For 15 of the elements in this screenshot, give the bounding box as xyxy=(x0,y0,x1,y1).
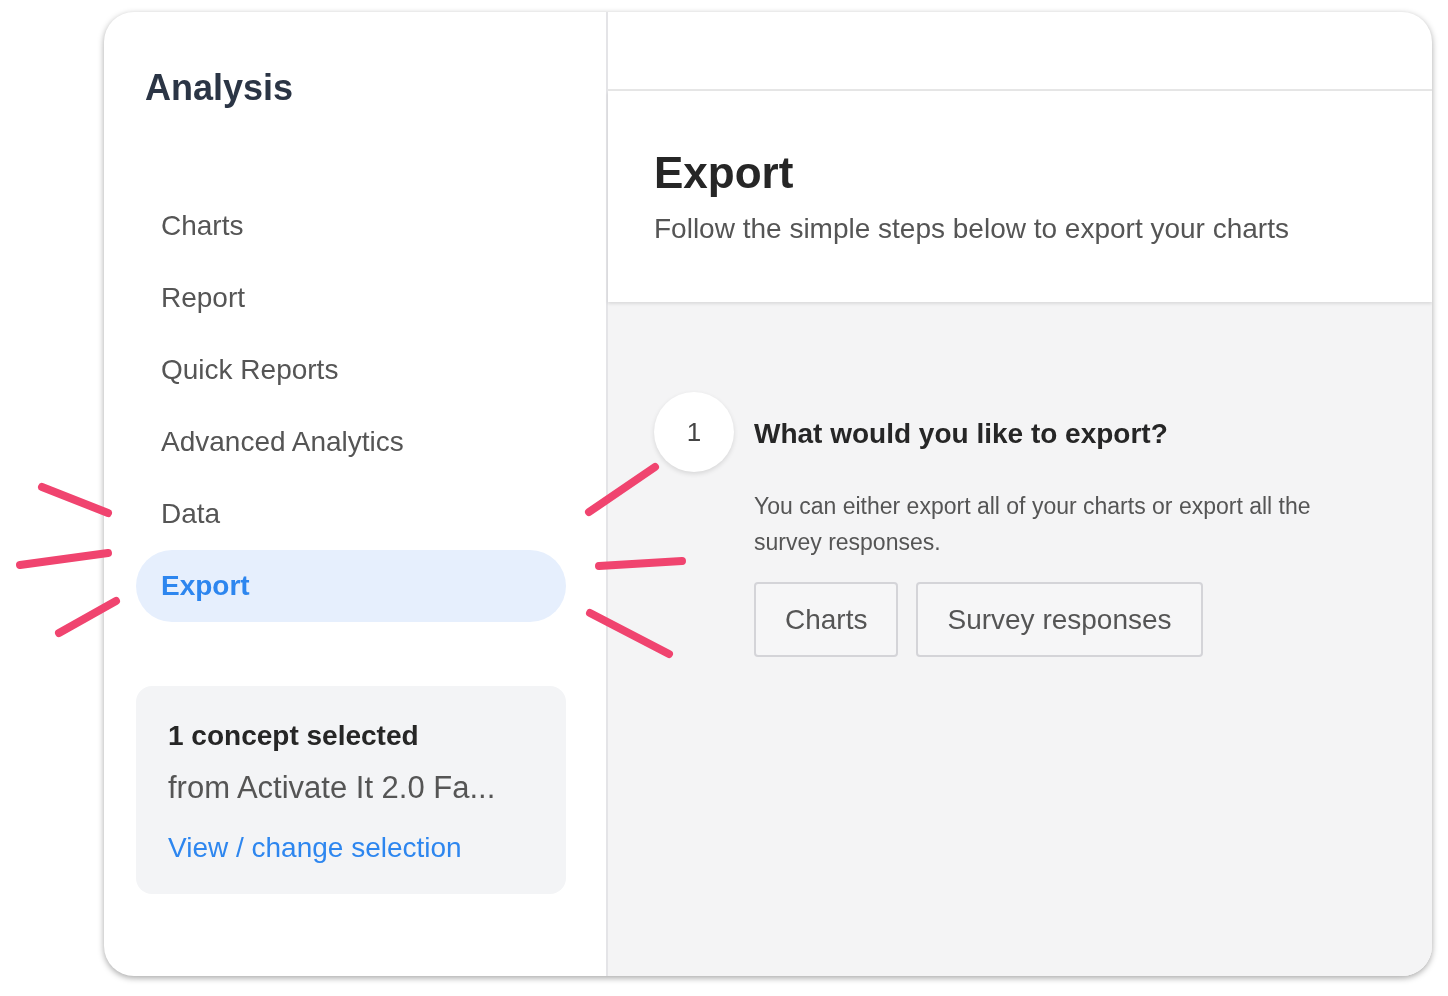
export-option-button[interactable]: Charts xyxy=(754,582,899,657)
page-subtitle: Follow the simple steps below to export your charts xyxy=(654,213,1290,245)
nav-item[interactable]: Data xyxy=(136,478,566,550)
export-option-button[interactable]: Survey responses xyxy=(916,582,1203,657)
step-number: 1 xyxy=(654,392,734,472)
selection-source: from Activate It 2.0 Fa... xyxy=(168,770,497,806)
nav-item[interactable]: Quick Reports xyxy=(136,334,566,406)
step-question: What would you like to export? xyxy=(754,418,1169,450)
sidebar-title: Analysis xyxy=(145,66,295,110)
page-title: Export xyxy=(654,147,795,199)
nav-item[interactable]: Advanced Analytics xyxy=(136,406,566,478)
nav-item[interactable]: Report xyxy=(136,262,566,334)
nav-item[interactable]: Charts xyxy=(136,190,566,262)
step-description: You can either export all of your charts or export all the survey responses. xyxy=(754,492,1312,557)
selection-count: 1 concept selected xyxy=(168,720,420,752)
